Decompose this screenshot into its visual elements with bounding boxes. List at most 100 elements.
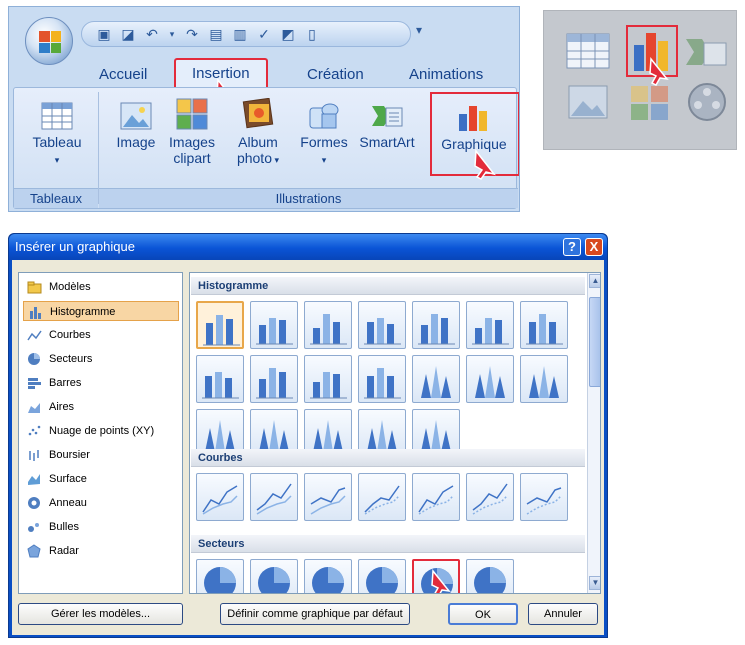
table-icon[interactable] xyxy=(566,33,610,69)
smartart-label: SmartArt xyxy=(359,134,415,150)
new-document-icon[interactable]: ▯ xyxy=(304,26,320,42)
category-item[interactable]: Boursier xyxy=(23,445,179,465)
open-folder-icon[interactable]: ◪ xyxy=(120,26,136,42)
category-item[interactable]: Modèles xyxy=(23,277,179,297)
column-chart-thumbnail[interactable] xyxy=(358,355,406,403)
cone-chart-thumbnail[interactable] xyxy=(520,355,568,403)
line-chart-thumbnail[interactable] xyxy=(466,473,514,521)
tab-creation[interactable]: Création xyxy=(307,63,364,87)
help-button[interactable]: ? xyxy=(563,238,581,256)
redo-icon[interactable]: ↷ xyxy=(184,26,200,42)
line-chart-thumbnail[interactable] xyxy=(304,473,352,521)
chevron-down-icon: ▾ xyxy=(321,155,327,165)
category-item[interactable]: Surface xyxy=(23,469,179,489)
line-chart-icon xyxy=(472,483,508,515)
gallery-scrollbar[interactable]: ▲ ▼ xyxy=(587,273,600,593)
column-chart-thumbnail[interactable] xyxy=(250,301,298,349)
set-default-chart-button[interactable]: Définir comme graphique par défaut xyxy=(220,603,410,625)
customize-toolbar-icon[interactable]: ▾ xyxy=(416,23,422,37)
column-chart-icon xyxy=(526,314,563,345)
tab-accueil[interactable]: Accueil xyxy=(99,63,147,87)
category-item[interactable]: Aires xyxy=(23,397,179,417)
pie-chart-thumbnail[interactable] xyxy=(250,559,298,593)
album-photo-button[interactable]: Album photo ▾ xyxy=(228,98,288,168)
image-button[interactable]: Image xyxy=(114,102,158,150)
dialog-title-bar[interactable]: Insérer un graphique ? X xyxy=(9,234,607,260)
category-item[interactable]: Nuage de points (XY) xyxy=(23,421,179,441)
line-chart-icon xyxy=(27,330,42,341)
column-chart-icon xyxy=(418,314,455,345)
column-chart-thumbnail[interactable] xyxy=(196,355,244,403)
column-chart-thumbnail[interactable] xyxy=(466,301,514,349)
clipart-icon[interactable] xyxy=(630,85,670,121)
shapes-icon xyxy=(309,103,339,129)
column-chart-thumbnail[interactable] xyxy=(304,301,352,349)
images-clipart-button[interactable]: Images clipart xyxy=(164,98,220,166)
ok-button[interactable]: OK xyxy=(448,603,518,625)
picture-icon[interactable] xyxy=(568,85,608,119)
column-chart-thumbnail[interactable] xyxy=(196,301,244,349)
column-chart-thumbnail[interactable] xyxy=(412,301,460,349)
formes-button[interactable]: Formes ▾ xyxy=(298,102,350,168)
office-logo-icon xyxy=(39,31,61,53)
line-chart-icon xyxy=(418,485,454,515)
column-chart-thumbnail[interactable] xyxy=(304,355,352,403)
line-chart-thumbnail[interactable] xyxy=(196,473,244,521)
category-label: Courbes xyxy=(49,329,91,341)
column-chart-thumbnail[interactable] xyxy=(520,301,568,349)
category-item[interactable]: Histogramme xyxy=(23,301,179,321)
cone-chart-thumbnail[interactable] xyxy=(412,355,460,403)
category-label: Histogramme xyxy=(50,306,116,318)
line-chart-thumbnail[interactable] xyxy=(250,473,298,521)
category-item[interactable]: Courbes xyxy=(23,325,179,345)
column-chart-icon xyxy=(256,368,293,399)
slideshow-icon[interactable]: ▤ xyxy=(208,26,224,42)
category-item[interactable]: Secteurs xyxy=(23,349,179,369)
scroll-up-icon[interactable]: ▲ xyxy=(589,274,600,288)
line-chart-thumbnail[interactable] xyxy=(520,473,568,521)
dialog-body: Modèles Histogramme Courbes Secteurs Barres A… xyxy=(12,260,604,635)
smartart-button[interactable]: SmartArt xyxy=(352,102,422,150)
category-label: Barres xyxy=(49,377,82,389)
category-item[interactable]: Anneau xyxy=(23,493,179,513)
image-label: Image xyxy=(116,134,156,150)
category-label: Secteurs xyxy=(49,353,93,365)
save-icon[interactable]: ▣ xyxy=(96,26,112,42)
print-preview-icon[interactable]: ▥ xyxy=(232,26,248,42)
group-label-tableaux: Tableaux xyxy=(14,188,98,208)
category-item[interactable]: Bulles xyxy=(23,517,179,537)
scroll-down-icon[interactable]: ▼ xyxy=(589,576,600,590)
column-chart-thumbnail[interactable] xyxy=(250,355,298,403)
images-clipart-label-2: clipart xyxy=(173,150,211,166)
ribbon: ▣ ◪ ↶ ▾ ↷ ▤ ▥ ✓ ◩ ▯ ▾ Accueil Insertion … xyxy=(8,6,520,212)
scrollbar-thumb[interactable] xyxy=(589,297,600,387)
pie-chart-thumbnail[interactable] xyxy=(358,559,406,593)
pie-chart-thumbnail[interactable] xyxy=(196,559,244,593)
spelling-icon[interactable]: ✓ xyxy=(256,26,272,42)
open-icon[interactable]: ◩ xyxy=(280,26,296,42)
undo-icon[interactable]: ↶ xyxy=(144,26,160,42)
cancel-button[interactable]: Annuler xyxy=(528,603,598,625)
pie-chart-thumbnail[interactable] xyxy=(304,559,352,593)
line-chart-icon xyxy=(256,483,292,515)
tab-animations[interactable]: Animations xyxy=(409,63,483,87)
column-chart-icon xyxy=(202,372,239,399)
line-chart-thumbnail[interactable] xyxy=(358,473,406,521)
column-chart-thumbnail[interactable] xyxy=(358,301,406,349)
movie-reel-icon[interactable] xyxy=(686,81,728,123)
line-chart-thumbnail[interactable] xyxy=(412,473,460,521)
manage-templates-button[interactable]: Gérer les modèles... xyxy=(18,603,183,625)
undo-dropdown-icon[interactable]: ▾ xyxy=(168,26,176,42)
doughnut-chart-icon xyxy=(28,497,40,509)
category-label: Surface xyxy=(49,473,87,485)
category-item[interactable]: Barres xyxy=(23,373,179,393)
column-chart-icon xyxy=(203,315,240,346)
cone-chart-thumbnail[interactable] xyxy=(466,355,514,403)
cone-chart-icon xyxy=(205,420,235,452)
close-button[interactable]: X xyxy=(585,238,603,256)
pie-chart-thumbnail[interactable] xyxy=(466,559,514,593)
tableau-button[interactable]: Tableau ▾ xyxy=(22,102,92,168)
category-item[interactable]: Radar xyxy=(23,541,179,561)
pie-chart-icon xyxy=(366,567,398,593)
smartart-icon[interactable] xyxy=(684,35,728,69)
